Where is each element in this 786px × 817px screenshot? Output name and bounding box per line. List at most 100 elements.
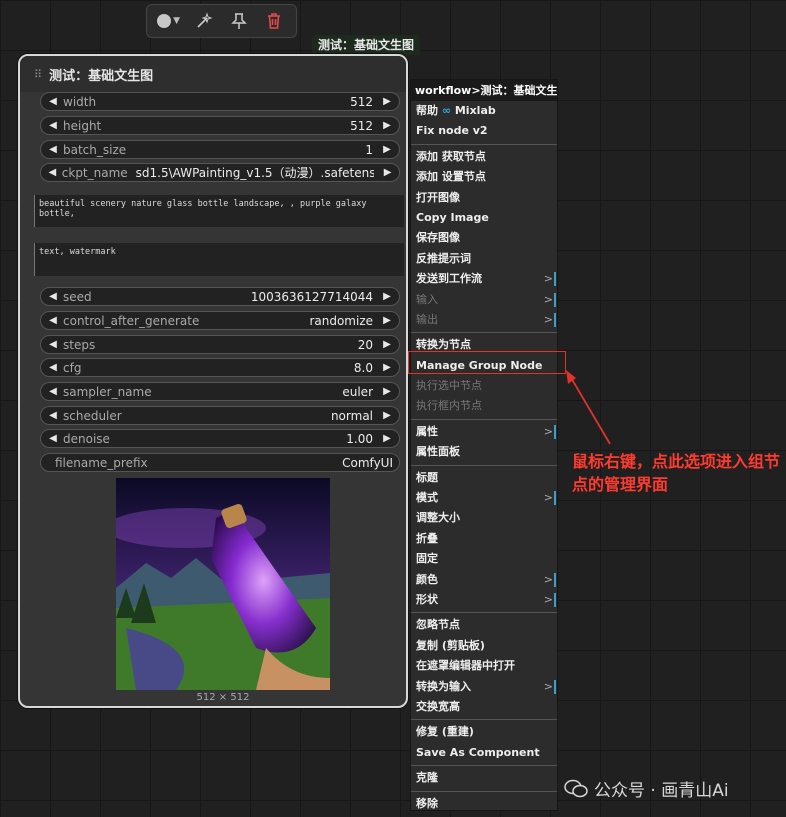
decrement-arrow-icon[interactable]: ◀ [45, 433, 61, 444]
menu-item-add-get-node[interactable]: 添加 获取节点 [411, 147, 557, 167]
widget-width[interactable]: ◀ width 512 ▶ [40, 92, 400, 111]
menu-item-convert-to-input[interactable]: 转换为输入 > [411, 677, 557, 697]
menu-item-add-set-node[interactable]: 添加 设置节点 [411, 167, 557, 187]
chevron-down-icon: ▼ [173, 16, 181, 26]
submenu-arrow-icon: > [544, 488, 557, 508]
image-size-caption: 512 × 512 [196, 692, 250, 703]
menu-item-copy-clipspace[interactable]: 复制 (剪贴板) [411, 636, 557, 656]
menu-item-collapse[interactable]: 折叠 [411, 529, 557, 549]
increment-arrow-icon[interactable]: ▶ [379, 96, 395, 107]
menu-item-pin[interactable]: 固定 [411, 549, 557, 569]
menu-item-fix-node[interactable]: Fix node v2 [411, 121, 557, 141]
widget-ckpt-name[interactable]: ◀ ckpt_name sd1.5\AWPainting_v1.5（动漫）.sa… [40, 163, 400, 182]
menu-item-label: 颜色 [416, 572, 438, 586]
highlight-box [408, 351, 566, 374]
menu-item-swap-width-height[interactable]: 交换宽高 [411, 697, 557, 717]
widget-cfg[interactable]: ◀ cfg 8.0 ▶ [40, 358, 400, 377]
color-dot-icon [157, 14, 172, 28]
menu-item-label: 输出 [416, 312, 438, 326]
drag-grip-icon[interactable]: ⠿ [34, 68, 42, 81]
menu-item-save-image[interactable]: 保存图像 [411, 228, 557, 248]
negative-prompt-textarea[interactable]: text, watermark [34, 243, 404, 276]
increment-arrow-icon[interactable]: ▶ [380, 167, 395, 178]
increment-arrow-icon[interactable]: ▶ [379, 120, 395, 131]
widget-sampler-name[interactable]: ◀ sampler_name euler ▶ [40, 382, 400, 401]
group-title[interactable]: 测试：基础文生图 [312, 35, 421, 55]
widget-label: seed [63, 289, 92, 304]
decrement-arrow-icon[interactable]: ◀ [45, 96, 61, 107]
decrement-arrow-icon[interactable]: ◀ [45, 291, 61, 302]
widget-steps[interactable]: ◀ steps 20 ▶ [40, 335, 400, 354]
menu-divider [411, 143, 557, 145]
menu-item-clone[interactable]: 克隆 [411, 768, 557, 788]
menu-item-fix-recreate[interactable]: 修复 (重建) [411, 722, 557, 742]
decrement-arrow-icon[interactable]: ◀ [45, 339, 61, 350]
decrement-arrow-icon[interactable]: ◀ [45, 315, 61, 326]
decrement-arrow-icon[interactable]: ◀ [45, 362, 61, 373]
menu-item-help-mixlab[interactable]: 帮助 ∞ Mixlab [411, 101, 557, 121]
widget-height[interactable]: ◀ height 512 ▶ [40, 116, 400, 135]
widget-label: batch_size [63, 142, 127, 157]
generated-image-preview[interactable] [116, 478, 330, 690]
wand-button[interactable] [189, 8, 219, 34]
menu-item-resize[interactable]: 调整大小 [411, 508, 557, 528]
menu-item-execute-selected[interactable]: 执行选中节点 [411, 376, 557, 396]
positive-prompt-textarea[interactable]: beautiful scenery nature glass bottle la… [34, 195, 404, 227]
menu-item-properties[interactable]: 属性 > [411, 422, 557, 442]
mixlab-infinity-icon: ∞ [441, 104, 452, 117]
menu-divider [411, 332, 557, 334]
menu-item-outputs[interactable]: 输出 > [411, 310, 557, 330]
delete-button[interactable] [259, 8, 289, 34]
menu-item-label: Mixlab [454, 104, 496, 117]
increment-arrow-icon[interactable]: ▶ [379, 339, 395, 350]
decrement-arrow-icon[interactable]: ◀ [45, 120, 61, 131]
menu-item-send-to-workflow[interactable]: 发送到工作流 > [411, 269, 557, 289]
menu-divider [411, 719, 557, 721]
widget-control-after-generate[interactable]: ◀ control_after_generate randomize ▶ [40, 311, 400, 330]
menu-item-mode[interactable]: 模式 > [411, 488, 557, 508]
widget-seed[interactable]: ◀ seed 1003636127714044 ▶ [40, 287, 400, 306]
increment-arrow-icon[interactable]: ▶ [379, 291, 395, 302]
menu-item-bypass[interactable]: 忽略节点 [411, 615, 557, 635]
menu-item-copy-image[interactable]: Copy Image [411, 208, 557, 228]
menu-item-label: 发送到工作流 [416, 272, 482, 286]
menu-item-open-mask-editor[interactable]: 在遮罩编辑器中打开 [411, 656, 557, 676]
increment-arrow-icon[interactable]: ▶ [379, 386, 395, 397]
pin-button[interactable] [224, 8, 254, 34]
widget-batch-size[interactable]: ◀ batch_size 1 ▶ [40, 140, 400, 159]
node-title-bar[interactable]: ⠿ 测试：基础文生图 [20, 56, 406, 92]
menu-divider [411, 765, 557, 767]
widget-scheduler[interactable]: ◀ scheduler normal ▶ [40, 406, 400, 425]
ksampler-group-node[interactable]: ⠿ 测试：基础文生图 ◀ width 512 ▶ ◀ height 512 ▶ … [18, 54, 408, 708]
widget-label: denoise [63, 431, 110, 446]
context-menu: workflow>测试：基础文生图 帮助 ∞ Mixlab Fix node v… [410, 79, 558, 811]
increment-arrow-icon[interactable]: ▶ [379, 410, 395, 421]
menu-item-inputs[interactable]: 输入 > [411, 290, 557, 310]
menu-item-save-as-component[interactable]: Save As Component [411, 743, 557, 763]
menu-item-title[interactable]: 标题 [411, 468, 557, 488]
increment-arrow-icon[interactable]: ▶ [379, 144, 395, 155]
galaxy-bottle-image [116, 478, 330, 690]
decrement-arrow-icon[interactable]: ◀ [45, 410, 61, 421]
widget-denoise[interactable]: ◀ denoise 1.00 ▶ [40, 429, 400, 448]
menu-item-execute-in-group[interactable]: 执行框内节点 [411, 396, 557, 416]
decrement-arrow-icon[interactable]: ◀ [45, 167, 60, 178]
increment-arrow-icon[interactable]: ▶ [379, 433, 395, 444]
menu-item-open-image[interactable]: 打开图像 [411, 188, 557, 208]
decrement-arrow-icon[interactable]: ◀ [45, 144, 61, 155]
menu-title: workflow>测试：基础文生图 [411, 80, 557, 101]
increment-arrow-icon[interactable]: ▶ [379, 362, 395, 373]
menu-item-properties-panel[interactable]: 属性面板 [411, 442, 557, 462]
widget-value: randomize [309, 313, 373, 328]
menu-item-remove[interactable]: 移除 [411, 794, 557, 814]
menu-item-shapes[interactable]: 形状 > [411, 590, 557, 610]
menu-item-reverse-prompt[interactable]: 反推提示词 [411, 249, 557, 269]
decrement-arrow-icon[interactable]: ◀ [45, 386, 61, 397]
increment-arrow-icon[interactable]: ▶ [379, 315, 395, 326]
color-picker-button[interactable]: ▼ [154, 8, 184, 34]
widget-filename-prefix[interactable]: filename_prefix ComfyUI [40, 453, 400, 472]
watermark: 公众号 · 画青山Ai [564, 776, 729, 801]
annotation-text: 鼠标右键，点此选项进入组节点的管理界面 [572, 452, 781, 494]
menu-item-colors[interactable]: 颜色 > [411, 570, 557, 590]
widget-label: control_after_generate [63, 313, 200, 328]
